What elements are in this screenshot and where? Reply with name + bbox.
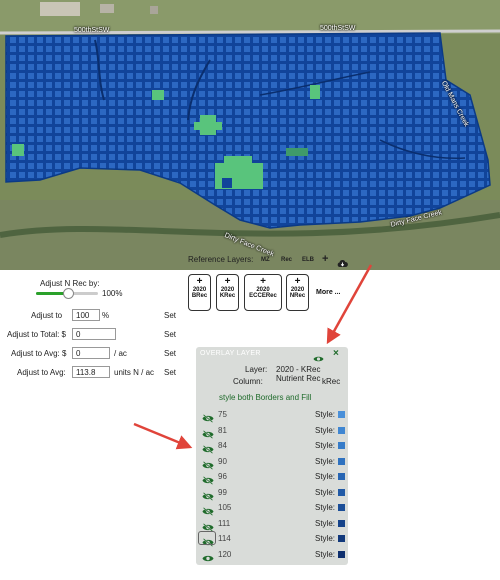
arrow-to-eye-icon xyxy=(326,264,373,345)
annotation-arrows xyxy=(133,264,373,450)
arrow-to-legend-eyes xyxy=(133,422,193,450)
